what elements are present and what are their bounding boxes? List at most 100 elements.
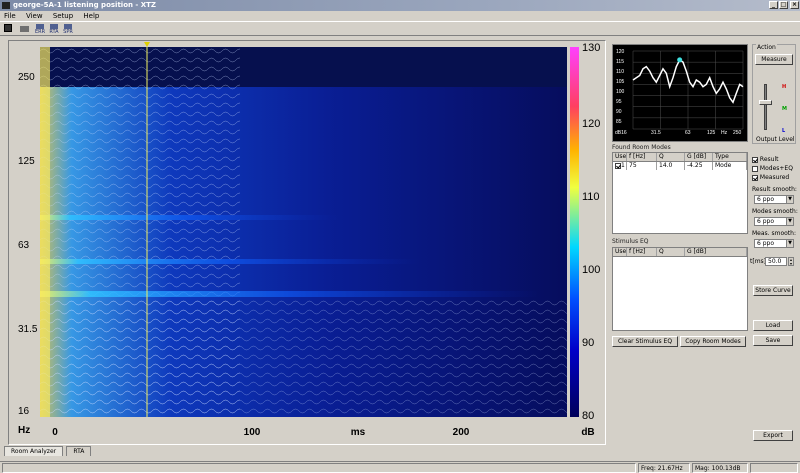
output-level-slider[interactable]	[759, 100, 772, 105]
t-ms-label: t[ms]	[750, 258, 767, 265]
spr-tool-button[interactable]: SPR	[62, 24, 74, 35]
close-button[interactable]: ×	[790, 1, 799, 9]
col-freq: f [Hz]	[627, 153, 657, 161]
rta-tool-button[interactable]: RTA	[48, 24, 60, 35]
response-svg	[632, 50, 744, 130]
mode-freq-cell: 75	[627, 162, 657, 170]
table-row[interactable]: 1 75 14.0 -4.25 Mode	[613, 162, 747, 170]
load-button[interactable]: Load	[753, 320, 793, 331]
modes-eq-option[interactable]: Modes+EQ	[752, 165, 793, 172]
tab-room-analyzer[interactable]: Room Analyzer	[4, 446, 64, 456]
clear-stimulus-eq-button[interactable]: Clear Stimulus EQ	[612, 336, 678, 347]
chevron-down-icon[interactable]: ▼	[786, 240, 793, 247]
menu-help[interactable]: Help	[79, 11, 103, 21]
action-title: Action	[756, 44, 777, 51]
menu-setup[interactable]: Setup	[49, 11, 77, 21]
x-axis-unit: ms	[350, 427, 366, 438]
app-icon	[2, 2, 10, 9]
room-modes-table[interactable]: Use f [Hz] Q G [dB] Type 1 75 14.0 -4.25…	[612, 152, 748, 234]
mini-x-63: 63	[685, 130, 691, 136]
mini-x-db16: dB16	[615, 130, 627, 136]
store-curve-button[interactable]: Store Curve	[753, 285, 793, 296]
result-smooth-select[interactable]: 6 ppo ▼	[754, 195, 794, 204]
eq-col-freq: f [Hz]	[627, 248, 657, 256]
print-icon[interactable]	[19, 24, 29, 34]
mini-y-120: 120	[616, 49, 625, 55]
mini-y-115: 115	[616, 59, 624, 65]
mini-x-125: 125	[707, 130, 716, 136]
col-q: Q	[657, 153, 685, 161]
cbar-tick-90: 90	[582, 337, 595, 349]
err-tool-label: ERR	[34, 29, 46, 35]
col-gain: G [dB]	[685, 153, 713, 161]
mode-use-checkbox[interactable]	[615, 162, 621, 169]
y-tick-125: 125	[18, 156, 35, 167]
level-mark-m: M	[782, 106, 787, 112]
status-bar: Freq: 21.67Hz Mag: 100.13dB	[0, 461, 800, 473]
copy-room-modes-button[interactable]: Copy Room Modes	[680, 336, 746, 347]
waterfall-plot[interactable]	[40, 47, 567, 417]
stimulus-eq-table[interactable]: Use f [Hz] Q G [dB]	[612, 247, 748, 331]
bottom-tabs: Room Analyzer RTA	[4, 446, 92, 456]
mini-x-250: 250	[733, 130, 742, 136]
window-title: george-5A-1 listening position - XTZ	[13, 1, 157, 9]
response-plot[interactable]: 120 115 110 105 100 95 90 85 dB16 31.5 6…	[612, 44, 748, 142]
y-tick-31-5: 31.5	[18, 324, 38, 335]
measure-button[interactable]: Measure	[755, 54, 793, 65]
title-bar: george-5A-1 listening position - XTZ _ □…	[0, 0, 800, 11]
mini-y-90: 90	[616, 109, 622, 115]
cursor-marker-icon[interactable]	[144, 42, 150, 47]
maximize-button[interactable]: □	[779, 1, 788, 9]
mode-gain-cell: -4.25	[685, 162, 713, 170]
mode-use-index: 1	[621, 162, 625, 169]
status-mag: Mag: 100.13dB	[692, 463, 748, 473]
result-checkbox[interactable]	[752, 156, 758, 163]
measured-option[interactable]: Measured	[752, 174, 789, 181]
modes-smooth-select[interactable]: 6 ppo ▼	[754, 217, 794, 226]
menu-view[interactable]: View	[22, 11, 47, 21]
stimulus-eq-header: Use f [Hz] Q G [dB]	[613, 248, 747, 257]
eq-col-use: Use	[615, 248, 627, 256]
err-tool-button[interactable]: ERR	[34, 24, 46, 35]
level-mark-l: L	[782, 128, 786, 134]
cbar-tick-130: 130	[582, 42, 601, 54]
mini-y-110: 110	[616, 69, 624, 75]
t-ms-spinner-icon[interactable]: ▴ ▾	[788, 257, 794, 266]
result-smooth-label: Result smooth:	[752, 186, 797, 193]
tab-rta[interactable]: RTA	[66, 446, 92, 456]
result-smooth-value: 6 ppo	[757, 196, 775, 203]
col-use: Use	[615, 153, 627, 161]
x-tick-100: 100	[243, 427, 261, 438]
mode-use-cell[interactable]: 1	[613, 162, 627, 170]
mode-band-3	[40, 215, 340, 220]
spectrogram-svg	[40, 47, 567, 417]
modes-eq-checkbox[interactable]	[752, 165, 758, 172]
mini-y-85: 85	[616, 119, 622, 125]
t-ms-input[interactable]: 50.0	[765, 257, 787, 266]
mode-band-2	[40, 259, 420, 264]
chevron-down-icon[interactable]: ▼	[786, 196, 793, 203]
modes-smooth-label: Modes smooth:	[752, 208, 798, 215]
room-mode-band	[40, 291, 540, 297]
colorbar-unit: dB	[581, 427, 595, 438]
eq-col-q: Q	[657, 248, 685, 256]
export-button[interactable]: Export	[753, 430, 793, 441]
cbar-tick-120: 120	[582, 118, 601, 130]
minimize-button[interactable]: _	[769, 1, 778, 9]
save-button[interactable]: Save	[753, 335, 793, 346]
modes-smooth-value: 6 ppo	[757, 218, 775, 225]
mini-y-105: 105	[616, 79, 625, 85]
save-icon[interactable]	[3, 24, 13, 34]
output-level-track	[764, 84, 767, 130]
room-modes-title: Found Room Modes	[612, 144, 671, 151]
mini-y-100: 100	[616, 89, 625, 95]
stimulus-eq-title: Stimulus EQ	[612, 238, 649, 245]
meas-smooth-select[interactable]: 6 ppo ▼	[754, 239, 794, 248]
menu-file[interactable]: File	[0, 11, 20, 21]
result-option[interactable]: Result	[752, 156, 778, 163]
col-type: Type	[713, 153, 747, 161]
cbar-tick-80: 80	[582, 410, 595, 422]
chevron-down-icon[interactable]: ▼	[786, 218, 793, 225]
direct-sound-edge	[40, 47, 50, 417]
measured-checkbox[interactable]	[752, 174, 758, 181]
